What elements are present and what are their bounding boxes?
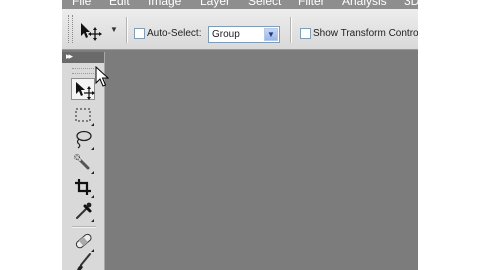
move-tool[interactable] bbox=[71, 78, 95, 100]
mouse-cursor-icon bbox=[95, 66, 109, 87]
tool-preset-picker[interactable]: ▼ bbox=[78, 21, 120, 41]
tools-panel-grip[interactable] bbox=[72, 68, 94, 74]
options-bar-grip[interactable] bbox=[68, 15, 73, 43]
brush-tool[interactable] bbox=[71, 252, 95, 270]
flyout-indicator-icon bbox=[91, 171, 94, 174]
crop-tool[interactable] bbox=[71, 176, 95, 198]
move-tool-icon bbox=[81, 23, 102, 41]
show-transform-controls-label: Show Transform Controls bbox=[313, 28, 418, 39]
photoshop-window: File Edit Image Layer Select Filter Anal… bbox=[62, 0, 418, 270]
workspace-area[interactable] bbox=[105, 50, 418, 270]
tools-panel-header[interactable]: ▸▸ bbox=[62, 50, 104, 63]
brush-icon bbox=[77, 253, 91, 270]
show-transform-controls-checkbox[interactable] bbox=[300, 28, 311, 39]
menu-edit[interactable]: Edit bbox=[109, 0, 130, 8]
auto-select-label: Auto-Select: bbox=[147, 28, 202, 39]
move-tool-icon bbox=[76, 82, 95, 100]
menu-3d[interactable]: 3D bbox=[404, 0, 418, 8]
healing-brush-tool[interactable] bbox=[71, 230, 95, 252]
lasso-tool[interactable] bbox=[71, 128, 95, 150]
flyout-indicator-icon bbox=[91, 147, 94, 150]
menu-analysis[interactable]: Analysis bbox=[342, 0, 387, 8]
menu-filter[interactable]: Filter bbox=[298, 0, 325, 8]
eyedropper-tool[interactable] bbox=[71, 200, 95, 222]
marquee-tool[interactable] bbox=[71, 104, 95, 126]
chevron-down-icon: ▼ bbox=[110, 25, 118, 34]
menu-bar: File Edit Image Layer Select Filter Anal… bbox=[62, 0, 418, 9]
auto-select-dropdown[interactable]: Group ▼ bbox=[208, 26, 280, 43]
menu-layer[interactable]: Layer bbox=[200, 0, 230, 8]
divider bbox=[126, 17, 128, 43]
chevron-down-icon: ▼ bbox=[267, 30, 275, 39]
menu-select[interactable]: Select bbox=[248, 0, 281, 8]
auto-select-value: Group bbox=[212, 29, 240, 40]
menu-file[interactable]: File bbox=[72, 0, 91, 8]
dropdown-button[interactable]: ▼ bbox=[264, 28, 278, 41]
menu-image[interactable]: Image bbox=[148, 0, 181, 8]
divider bbox=[72, 226, 96, 228]
flyout-indicator-icon bbox=[91, 123, 94, 126]
auto-select-checkbox[interactable] bbox=[134, 28, 145, 39]
divider bbox=[290, 17, 292, 43]
quick-selection-tool[interactable] bbox=[71, 152, 95, 174]
double-chevron-icon[interactable]: ▸▸ bbox=[66, 50, 73, 62]
flyout-indicator-icon bbox=[91, 219, 94, 222]
options-bar: ▼ Auto-Select: Group ▼ Show Transform Co… bbox=[62, 9, 418, 50]
flyout-indicator-icon bbox=[91, 195, 94, 198]
